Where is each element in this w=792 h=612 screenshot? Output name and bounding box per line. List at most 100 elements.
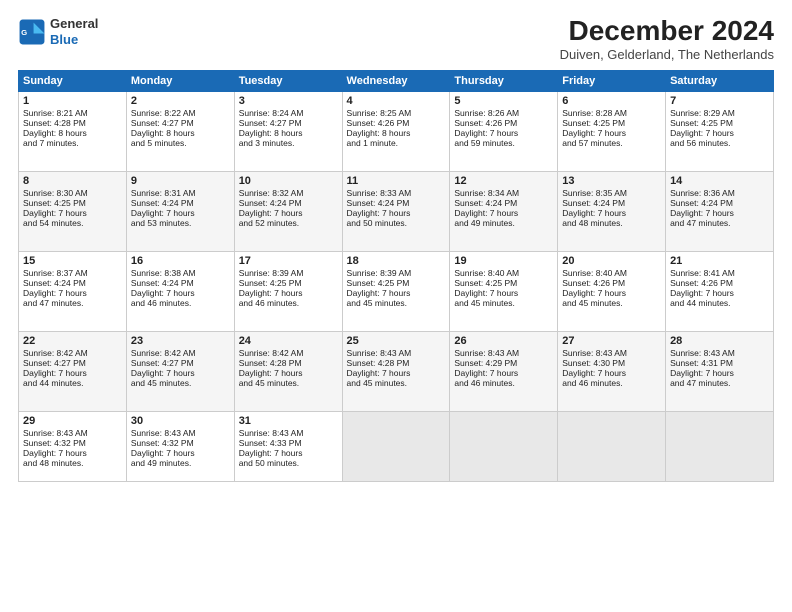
day-info: Daylight: 7 hours [454, 288, 553, 298]
day-info: Sunrise: 8:26 AM [454, 108, 553, 118]
table-row [558, 411, 666, 481]
day-info: and 53 minutes. [131, 218, 230, 228]
day-info: Sunrise: 8:28 AM [562, 108, 661, 118]
day-number: 26 [454, 335, 553, 347]
day-info: Sunrise: 8:43 AM [239, 428, 338, 438]
logo-line1: General [50, 16, 98, 32]
day-info: and 7 minutes. [23, 138, 122, 148]
day-info: Sunset: 4:25 PM [239, 278, 338, 288]
month-title: December 2024 [560, 16, 774, 47]
day-number: 30 [131, 415, 230, 427]
day-info: Daylight: 7 hours [347, 368, 446, 378]
day-info: Sunset: 4:28 PM [239, 358, 338, 368]
day-info: Daylight: 7 hours [670, 208, 769, 218]
logo-icon: G [18, 18, 46, 46]
col-sunday: Sunday [19, 70, 127, 91]
logo-line2: Blue [50, 32, 98, 48]
day-number: 23 [131, 335, 230, 347]
day-info: and 45 minutes. [347, 378, 446, 388]
day-info: Sunrise: 8:42 AM [131, 348, 230, 358]
table-row: 26Sunrise: 8:43 AMSunset: 4:29 PMDayligh… [450, 331, 558, 411]
day-info: Sunrise: 8:40 AM [562, 268, 661, 278]
table-row: 25Sunrise: 8:43 AMSunset: 4:28 PMDayligh… [342, 331, 450, 411]
day-number: 11 [347, 175, 446, 187]
day-info: and 45 minutes. [562, 298, 661, 308]
day-info: Sunrise: 8:43 AM [23, 428, 122, 438]
day-info: Sunset: 4:24 PM [670, 198, 769, 208]
table-row: 18Sunrise: 8:39 AMSunset: 4:25 PMDayligh… [342, 251, 450, 331]
calendar-page: G General Blue December 2024 Duiven, Gel… [0, 0, 792, 612]
day-info: Sunset: 4:32 PM [131, 438, 230, 448]
day-number: 18 [347, 255, 446, 267]
day-info: Daylight: 7 hours [23, 368, 122, 378]
day-info: Sunset: 4:27 PM [131, 118, 230, 128]
day-info: Sunrise: 8:29 AM [670, 108, 769, 118]
day-info: and 46 minutes. [562, 378, 661, 388]
table-row: 4Sunrise: 8:25 AMSunset: 4:26 PMDaylight… [342, 91, 450, 171]
day-info: Sunset: 4:24 PM [131, 278, 230, 288]
day-info: Sunrise: 8:30 AM [23, 188, 122, 198]
day-info: Daylight: 7 hours [562, 208, 661, 218]
header: G General Blue December 2024 Duiven, Gel… [18, 16, 774, 62]
day-info: Daylight: 7 hours [131, 208, 230, 218]
day-info: and 46 minutes. [131, 298, 230, 308]
day-info: Sunrise: 8:24 AM [239, 108, 338, 118]
day-info: Sunrise: 8:43 AM [670, 348, 769, 358]
day-number: 6 [562, 95, 661, 107]
day-info: and 3 minutes. [239, 138, 338, 148]
day-info: Sunrise: 8:40 AM [454, 268, 553, 278]
day-info: Daylight: 7 hours [454, 368, 553, 378]
day-info: Sunset: 4:33 PM [239, 438, 338, 448]
day-info: Sunrise: 8:31 AM [131, 188, 230, 198]
day-info: Daylight: 7 hours [239, 448, 338, 458]
day-number: 8 [23, 175, 122, 187]
day-info: Daylight: 7 hours [23, 288, 122, 298]
day-number: 21 [670, 255, 769, 267]
day-info: Daylight: 7 hours [131, 288, 230, 298]
day-info: Sunrise: 8:35 AM [562, 188, 661, 198]
day-info: and 48 minutes. [562, 218, 661, 228]
day-info: Daylight: 7 hours [239, 208, 338, 218]
day-info: Daylight: 7 hours [670, 288, 769, 298]
day-info: and 45 minutes. [347, 298, 446, 308]
day-info: Sunset: 4:25 PM [23, 198, 122, 208]
day-number: 24 [239, 335, 338, 347]
day-info: Daylight: 7 hours [454, 208, 553, 218]
day-info: and 47 minutes. [670, 378, 769, 388]
table-row: 22Sunrise: 8:42 AMSunset: 4:27 PMDayligh… [19, 331, 127, 411]
title-area: December 2024 Duiven, Gelderland, The Ne… [560, 16, 774, 62]
day-info: Sunrise: 8:38 AM [131, 268, 230, 278]
table-row: 10Sunrise: 8:32 AMSunset: 4:24 PMDayligh… [234, 171, 342, 251]
logo: G General Blue [18, 16, 98, 47]
day-info: Sunset: 4:32 PM [23, 438, 122, 448]
table-row [450, 411, 558, 481]
table-row: 16Sunrise: 8:38 AMSunset: 4:24 PMDayligh… [126, 251, 234, 331]
header-row: Sunday Monday Tuesday Wednesday Thursday… [19, 70, 774, 91]
day-info: Sunrise: 8:42 AM [239, 348, 338, 358]
day-info: Daylight: 7 hours [23, 208, 122, 218]
day-info: and 1 minute. [347, 138, 446, 148]
day-info: Sunset: 4:25 PM [562, 118, 661, 128]
day-info: Sunset: 4:24 PM [239, 198, 338, 208]
day-info: Sunset: 4:25 PM [670, 118, 769, 128]
table-row: 24Sunrise: 8:42 AMSunset: 4:28 PMDayligh… [234, 331, 342, 411]
table-row: 7Sunrise: 8:29 AMSunset: 4:25 PMDaylight… [666, 91, 774, 171]
day-info: Daylight: 7 hours [562, 288, 661, 298]
day-number: 15 [23, 255, 122, 267]
table-row: 13Sunrise: 8:35 AMSunset: 4:24 PMDayligh… [558, 171, 666, 251]
day-info: Daylight: 7 hours [131, 448, 230, 458]
day-number: 27 [562, 335, 661, 347]
day-info: and 50 minutes. [347, 218, 446, 228]
day-info: Sunrise: 8:22 AM [131, 108, 230, 118]
day-number: 16 [131, 255, 230, 267]
col-saturday: Saturday [666, 70, 774, 91]
day-info: Sunrise: 8:43 AM [131, 428, 230, 438]
day-info: Sunset: 4:24 PM [562, 198, 661, 208]
day-number: 13 [562, 175, 661, 187]
day-number: 9 [131, 175, 230, 187]
day-info: Sunset: 4:24 PM [131, 198, 230, 208]
day-info: Sunset: 4:30 PM [562, 358, 661, 368]
day-info: Daylight: 7 hours [347, 208, 446, 218]
day-info: Sunrise: 8:39 AM [239, 268, 338, 278]
day-info: Sunset: 4:27 PM [131, 358, 230, 368]
